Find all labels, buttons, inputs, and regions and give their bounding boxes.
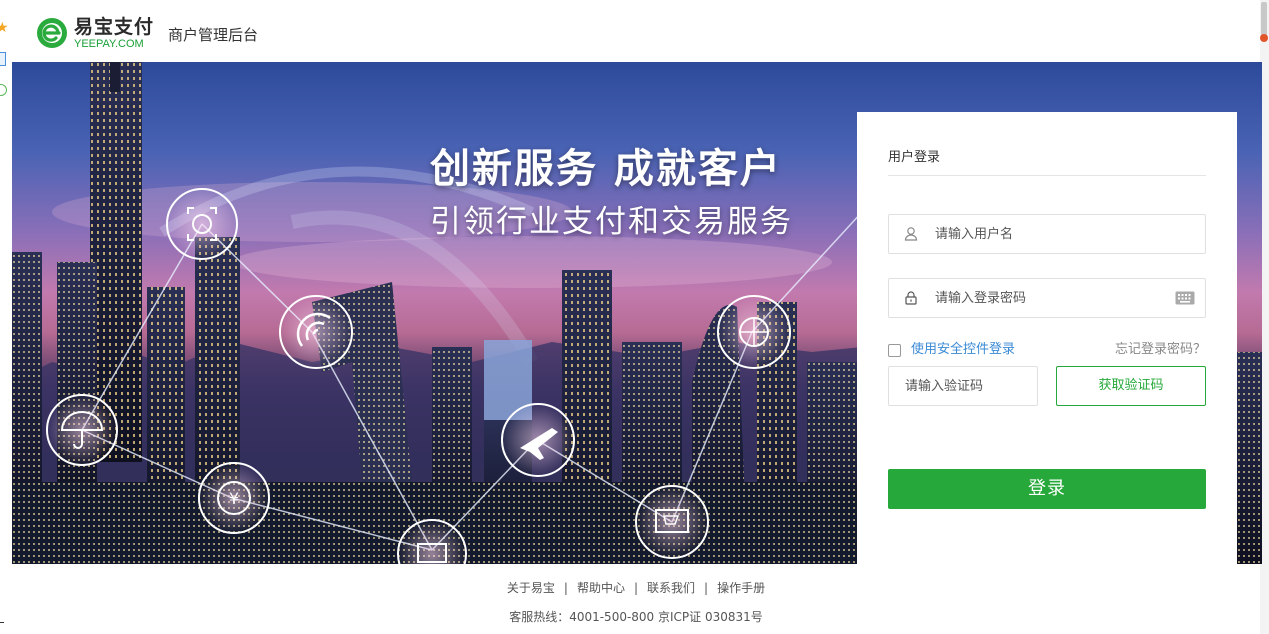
forgot-password-link[interactable]: 忘记登录密码？ bbox=[1115, 342, 1206, 358]
banner-headline: 创新服务 成就客户 bbox=[430, 146, 782, 192]
bookmark-star-icon[interactable]: ★ bbox=[0, 20, 9, 36]
password-input[interactable] bbox=[935, 279, 1165, 317]
airplane-icon bbox=[501, 403, 575, 477]
username-input[interactable] bbox=[935, 215, 1165, 253]
login-title: 用户登录 bbox=[888, 150, 941, 165]
password-field[interactable] bbox=[888, 278, 1206, 318]
safe-control-link[interactable]: 使用安全控件登录 bbox=[911, 342, 1015, 358]
safe-control-checkbox[interactable] bbox=[888, 344, 901, 357]
username-field[interactable] bbox=[888, 214, 1206, 254]
logo-english-text: YEEPAY.COM bbox=[74, 38, 144, 50]
login-button[interactable]: 登录 bbox=[888, 469, 1206, 509]
scrollbar-thumb[interactable] bbox=[1261, 2, 1267, 38]
global-currency-icon bbox=[717, 295, 791, 369]
login-panel: 用户登录 使用安全控件登录 忘记登录密码？ 获取验证 bbox=[857, 112, 1237, 564]
logo-chinese-text: 易宝支付 bbox=[74, 16, 155, 38]
page-title: 商户管理后台 bbox=[168, 26, 259, 44]
banner-subline: 引领行业支付和交易服务 bbox=[430, 204, 793, 240]
safe-control-row: 使用安全控件登录 忘记登录密码？ bbox=[888, 342, 1206, 360]
get-code-button[interactable]: 获取验证码 bbox=[1056, 366, 1206, 406]
yuan-coin-icon: ¥ bbox=[198, 462, 270, 534]
nfc-pay-icon bbox=[279, 295, 353, 369]
face-scan-icon bbox=[166, 188, 238, 260]
footer-links: 关于易宝 | 帮助中心 | 联系我们 | 操作手册 bbox=[12, 580, 1260, 596]
keyboard-icon[interactable] bbox=[1175, 291, 1195, 305]
footer-link-help[interactable]: 帮助中心 bbox=[577, 581, 625, 595]
svg-text:¥: ¥ bbox=[229, 489, 239, 508]
footer-link-about[interactable]: 关于易宝 bbox=[507, 581, 555, 595]
umbrella-icon bbox=[46, 394, 118, 466]
captcha-input[interactable] bbox=[905, 367, 1033, 405]
strip-divider bbox=[0, 622, 4, 623]
footer-separator: | bbox=[704, 581, 709, 595]
footer-info: 客服热线：4001-500-800 京ICP证 030831号 bbox=[509, 610, 763, 624]
yeepay-logo-icon bbox=[37, 18, 67, 48]
captcha-field[interactable] bbox=[888, 366, 1038, 406]
lock-icon bbox=[905, 291, 917, 305]
footer-link-manual[interactable]: 操作手册 bbox=[717, 581, 765, 595]
user-icon bbox=[904, 227, 918, 241]
footer-separator: | bbox=[563, 581, 568, 595]
shopping-cart-icon bbox=[635, 485, 709, 559]
yeepay-logo[interactable]: 易宝支付 YEEPAY.COM bbox=[36, 14, 154, 52]
page-footer: 关于易宝 | 帮助中心 | 联系我们 | 操作手册 客服热线：4001-500-800 京I… bbox=[12, 564, 1260, 634]
sidebar-page-icon[interactable] bbox=[0, 52, 6, 66]
footer-separator: | bbox=[633, 581, 639, 595]
scroll-marker-icon bbox=[1260, 34, 1268, 42]
footer-link-contact[interactable]: 联系我们 bbox=[647, 581, 695, 595]
login-divider bbox=[888, 175, 1206, 176]
sidebar-circle-icon[interactable] bbox=[0, 84, 7, 96]
page-header: 易宝支付 YEEPAY.COM 商户管理后台 bbox=[12, 0, 1260, 62]
